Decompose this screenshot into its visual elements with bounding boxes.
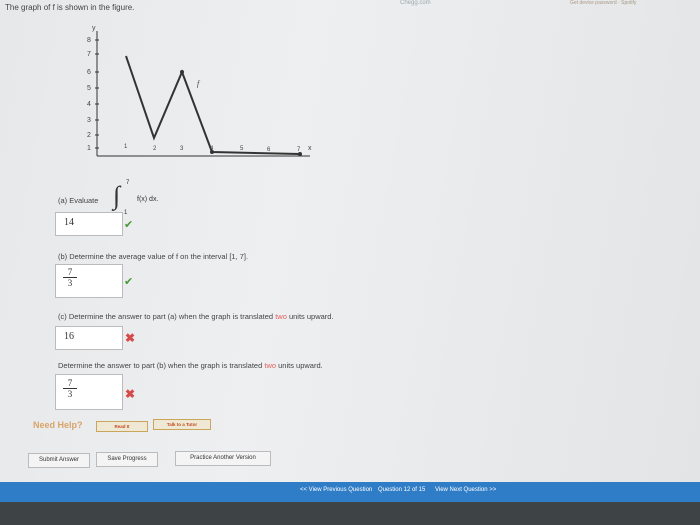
part-c-answer-field[interactable]: 16 [55, 326, 123, 350]
y-tick-4: 4 [87, 101, 91, 108]
part-b-denominator: 3 [67, 278, 73, 288]
f-point-peak [180, 70, 184, 74]
integrand: f(x) dx. [137, 196, 159, 203]
page: Chegg.com Get device password · Spotify … [0, 0, 700, 525]
browser-tab-site[interactable]: Chegg.com [400, 0, 431, 6]
part-d-answer-field[interactable]: 7 3 [55, 374, 123, 410]
submit-answer-button[interactable]: Submit Answer [28, 453, 90, 468]
f-point-end [298, 152, 302, 156]
x-tick-5: 5 [240, 146, 244, 152]
y-tick-7: 7 [87, 51, 91, 58]
bookmark-links[interactable]: Get device password · Spotify [570, 0, 636, 6]
practice-another-version-button[interactable]: Practice Another Version [175, 451, 271, 466]
y-tick-2: 2 [87, 132, 91, 139]
part-c-label-pre: (c) Determine the answer to part (a) whe… [58, 312, 276, 321]
part-a-label: (a) Evaluate [58, 196, 99, 205]
talk-to-tutor-button[interactable]: Talk to a Tutor [153, 419, 211, 430]
part-d-label-pre: Determine the answer to part (b) when th… [58, 361, 265, 370]
save-progress-button[interactable]: Save Progress [96, 452, 158, 467]
y-tick-3: 3 [87, 117, 91, 124]
question-nav: << View Previous Question Question 12 of… [300, 487, 496, 493]
part-d-label-post: units upward. [276, 361, 323, 370]
need-help-label: Need Help? [33, 420, 83, 430]
f-curve [125, 55, 301, 155]
read-it-button[interactable]: Read It [96, 421, 148, 432]
part-c-answer: 16 [64, 331, 74, 342]
question-prompt: The graph of f is shown in the figure. [5, 3, 135, 12]
view-next-question-link[interactable]: View Next Question >> [435, 487, 496, 493]
part-a-answer: 14 [64, 217, 74, 228]
integral-upper: 7 [126, 180, 130, 186]
part-b-fraction: 7 3 [63, 267, 77, 288]
curve-label: f [197, 79, 201, 88]
part-d-fraction: 7 3 [63, 378, 77, 399]
part-c-label-post: units upward. [286, 312, 334, 321]
f-point-corner [210, 150, 214, 154]
y-tick-1: 1 [87, 145, 91, 152]
x-tick-2: 2 [153, 146, 157, 152]
x-tick-3: 3 [180, 146, 184, 152]
part-d-label: Determine the answer to part (b) when th… [58, 361, 323, 370]
check-icon: ✔ [124, 219, 134, 231]
part-b-label: (b) Determine the average value of f on … [58, 252, 249, 261]
x-tick-6: 6 [267, 147, 271, 153]
part-b-answer-field[interactable]: 7 3 [55, 264, 123, 298]
cross-icon: ✖ [125, 331, 136, 345]
function-graph: 8 7 6 5 4 3 2 1 y 1 2 3 4 5 6 7 x f [87, 25, 312, 157]
part-c-label: (c) Determine the answer to part (a) whe… [58, 312, 334, 321]
integral-sign-icon: ∫ [113, 181, 121, 210]
question-counter: Question 12 of 15 [377, 487, 426, 493]
y-tick-5: 5 [87, 85, 91, 92]
part-c-label-red: two [275, 312, 287, 321]
part-a-answer-field[interactable]: 14 [55, 212, 123, 236]
x-axis-label: x [308, 145, 312, 152]
laptop-bezel [0, 502, 700, 525]
part-d-denominator: 3 [67, 389, 73, 399]
part-d-numerator: 7 [63, 378, 77, 389]
y-axis-label: y [92, 25, 96, 32]
part-b-numerator: 7 [63, 267, 77, 278]
view-previous-question-link[interactable]: << View Previous Question [300, 487, 372, 493]
y-tick-6: 6 [87, 69, 91, 76]
integral-lower: 1 [124, 210, 128, 216]
integral-expression: ∫ 7 1 f(x) dx. [103, 180, 163, 216]
check-icon: ✔ [124, 276, 134, 288]
y-tick-8: 8 [87, 37, 91, 44]
x-tick-1: 1 [124, 144, 128, 150]
part-d-label-red: two [264, 361, 277, 370]
cross-icon: ✖ [125, 387, 136, 401]
